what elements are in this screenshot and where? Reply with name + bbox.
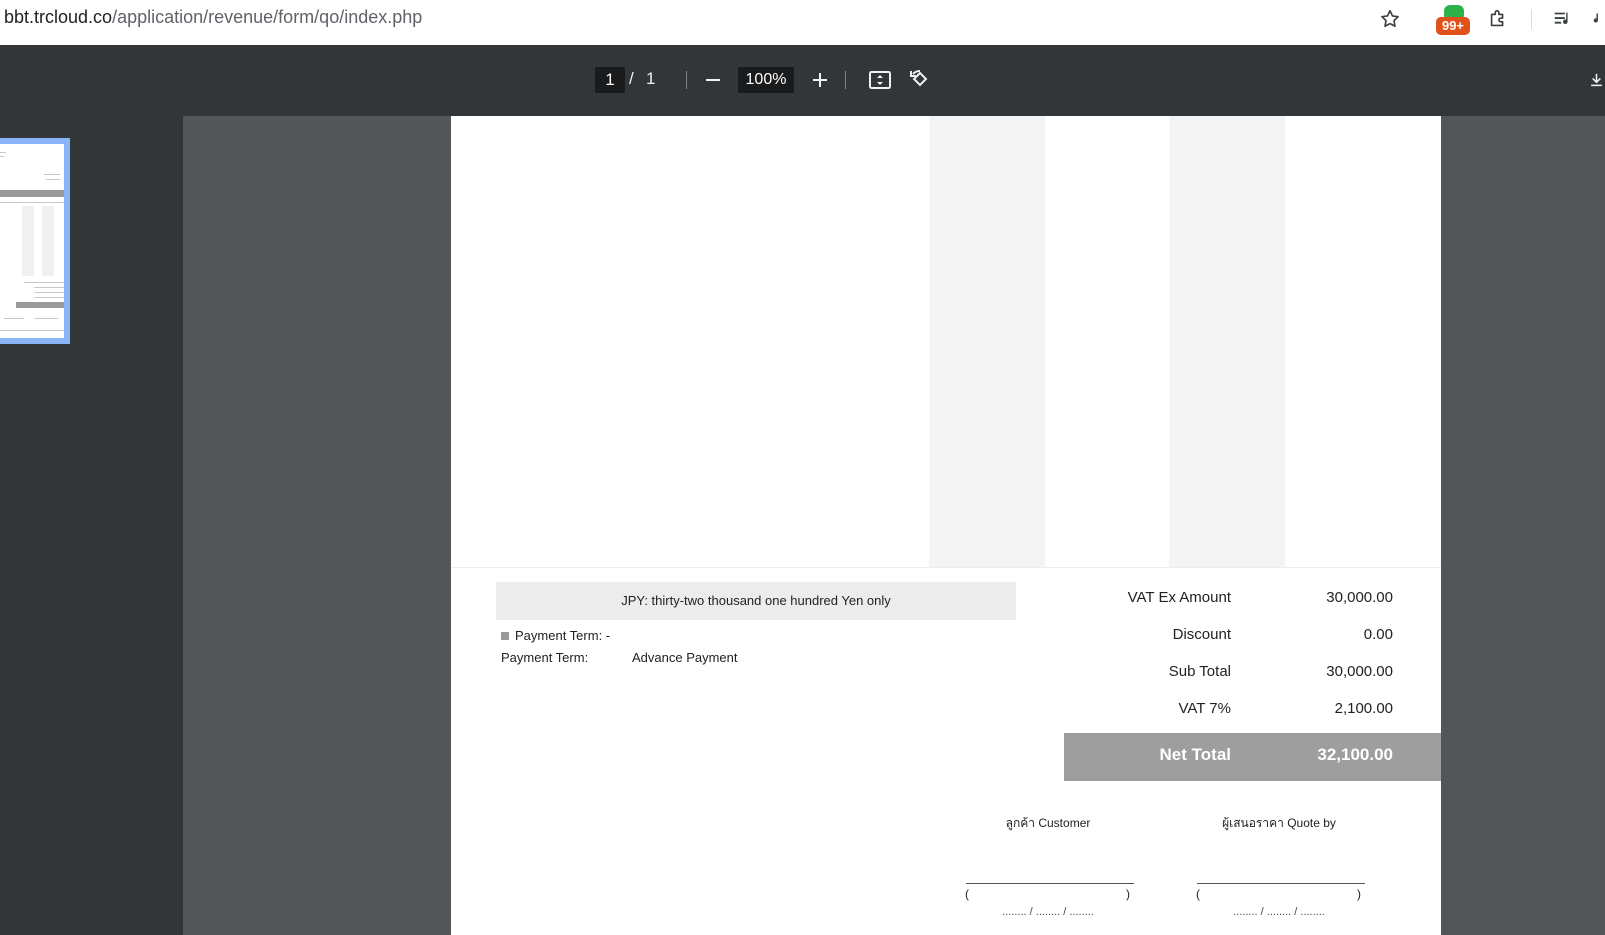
payment-term-label: Payment Term: <box>501 650 589 665</box>
payment-term-line-text: Payment Term: - <box>515 628 611 643</box>
payment-term-value: Advance Payment <box>632 650 738 665</box>
signature-date-quote-by: ........ / ........ / ........ <box>1233 906 1325 918</box>
pdf-viewport[interactable]: JPY: thirty-two thousand one hundred Yen… <box>183 116 1605 935</box>
summary-value-subtotal: 30,000.00 <box>1326 663 1393 680</box>
extension-badge-count: 99+ <box>1436 17 1470 35</box>
summary-label-discount: Discount <box>1172 626 1231 643</box>
signature-date-customer: ........ / ........ / ........ <box>1002 906 1094 918</box>
zoom-input[interactable]: 100% <box>738 67 794 93</box>
table-bottom-divider <box>451 567 1441 568</box>
signature-title-quote-by: ผู้เสนอราคา Quote by <box>1222 816 1336 830</box>
signature-paren-close: ) <box>1357 887 1361 901</box>
table-column-shade <box>929 116 1045 567</box>
url-field[interactable]: bbt.trcloud.co/application/revenue/form/… <box>4 7 422 28</box>
page-total: 1 <box>646 69 656 88</box>
summary-value-discount: 0.00 <box>1363 626 1393 643</box>
signature-paren-open: ( <box>965 887 969 901</box>
net-total-value: 32,100.00 <box>1317 745 1393 764</box>
summary-label-subtotal: Sub Total <box>1168 663 1231 680</box>
zoom-in-icon[interactable] <box>805 65 835 95</box>
page-separator: / <box>629 69 634 88</box>
summary-label-vat-ex: VAT Ex Amount <box>1127 589 1231 606</box>
browser-address-bar: bbt.trcloud.co/application/revenue/form/… <box>0 0 1605 45</box>
pdf-toolbar: 1 / 1 100% <box>0 45 1605 116</box>
summary-value-vat: 2,100.00 <box>1334 700 1393 717</box>
document-page: JPY: thirty-two thousand one hundred Yen… <box>451 116 1441 935</box>
signature-paren-close: ) <box>1126 887 1130 901</box>
download-icon[interactable] <box>1588 65 1605 95</box>
url-host: bbt.trcloud.co <box>4 7 113 27</box>
zoom-out-icon[interactable] <box>698 65 728 95</box>
signature-title-customer: ลูกค้า Customer <box>1005 816 1091 830</box>
toolbar-divider <box>686 71 687 89</box>
url-path: /application/revenue/form/qo/index.php <box>112 7 423 27</box>
summary-value-vat-ex: 30,000.00 <box>1326 589 1393 606</box>
amount-in-words: JPY: thirty-two thousand one hundred Yen… <box>496 582 1016 620</box>
signature-paren-open: ( <box>1196 887 1200 901</box>
net-total-label: Net Total <box>1159 745 1231 764</box>
toolbar-divider <box>845 71 846 89</box>
media-list-icon[interactable] <box>1550 6 1576 32</box>
page-thumbnail[interactable] <box>0 138 70 344</box>
page-number-input[interactable]: 1 <box>595 67 625 93</box>
puzzle-icon[interactable] <box>1485 6 1511 32</box>
summary-label-vat: VAT 7% <box>1178 700 1231 717</box>
net-total-bar: Net Total 32,100.00 <box>1064 733 1441 781</box>
fit-page-icon[interactable] <box>865 65 895 95</box>
payment-term-line: Payment Term: - <box>501 628 610 643</box>
star-icon[interactable] <box>1377 6 1403 32</box>
profile-icon[interactable] <box>1588 6 1605 32</box>
toolbar-divider <box>1531 9 1532 29</box>
table-column-shade <box>1169 116 1285 567</box>
rotate-icon[interactable] <box>905 65 935 95</box>
signature-line-customer <box>966 883 1134 884</box>
extension-badge-icon[interactable]: 99+ <box>1436 3 1472 37</box>
signature-line-quote-by <box>1197 883 1365 884</box>
bullet-square-icon <box>501 631 509 640</box>
thumbnail-page <box>0 144 64 338</box>
